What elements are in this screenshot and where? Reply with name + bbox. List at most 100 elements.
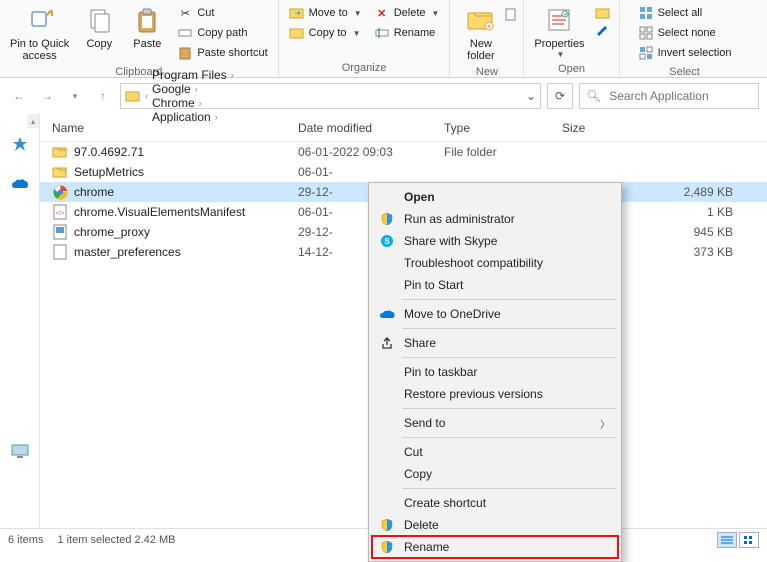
folder-icon	[52, 164, 68, 180]
chevron-down-icon: ▼	[557, 50, 565, 59]
scissors-icon: ✂	[177, 5, 193, 21]
menu-label: Cut	[398, 445, 610, 459]
file-row[interactable]: SetupMetrics 06-01-	[40, 162, 767, 182]
folder-copy-icon	[289, 25, 305, 41]
column-name[interactable]: Name	[40, 121, 298, 135]
search-icon: 🔍︎	[586, 89, 601, 103]
menu-item-rename[interactable]: Rename	[372, 536, 618, 558]
invert-selection-button[interactable]: Invert selection	[636, 44, 734, 62]
address-bar[interactable]: ‹ Program Files›Google›Chrome›Applicatio…	[120, 83, 541, 109]
ribbon: Pin to Quick access Copy Paste ✂Cut Copy…	[0, 0, 767, 78]
select-none-button[interactable]: Select none	[636, 24, 734, 42]
cut-button[interactable]: ✂Cut	[175, 4, 269, 22]
column-date[interactable]: Date modified	[298, 121, 444, 135]
new-item-icon[interactable]	[505, 2, 517, 22]
menu-item-share-with-skype[interactable]: SShare with Skype	[372, 230, 618, 252]
folder-icon	[125, 89, 141, 103]
search-box[interactable]: 🔍︎	[579, 83, 759, 109]
menu-item-pin-to-taskbar[interactable]: Pin to taskbar	[372, 361, 618, 383]
file-icon	[52, 244, 68, 260]
pin-label: Pin to Quick access	[10, 38, 69, 62]
svg-text:S: S	[384, 237, 390, 246]
edit-icon[interactable]	[595, 22, 611, 36]
select-all-button[interactable]: Select all	[636, 4, 734, 22]
navigation-pane[interactable]: ▴	[0, 114, 40, 528]
ribbon-group-clipboard: Pin to Quick access Copy Paste ✂Cut Copy…	[0, 0, 279, 77]
copy-to-button[interactable]: Copy to▼	[287, 24, 364, 42]
copy-path-button[interactable]: Copy path	[175, 24, 269, 42]
menu-separator	[402, 408, 616, 409]
recent-dropdown[interactable]: ▾	[64, 85, 86, 107]
menu-item-cut[interactable]: Cut	[372, 441, 618, 463]
skype-icon: S	[376, 234, 398, 248]
up-button[interactable]: ↑	[92, 85, 114, 107]
back-button[interactable]: ←	[8, 85, 30, 107]
selection-status: 1 item selected 2.42 MB	[57, 534, 175, 546]
breadcrumb-segment[interactable]: Google›	[152, 82, 236, 96]
xml-icon: </>	[52, 204, 68, 220]
file-name: 97.0.4692.71	[74, 145, 144, 159]
folder-move-icon	[289, 5, 305, 21]
paste-shortcut-button[interactable]: Paste shortcut	[175, 44, 269, 62]
menu-separator	[402, 299, 616, 300]
search-input[interactable]	[607, 88, 766, 104]
icons-view-button[interactable]	[739, 532, 759, 548]
menu-item-open[interactable]: Open	[372, 186, 618, 208]
file-name: SetupMetrics	[74, 165, 144, 179]
invert-icon	[638, 45, 654, 61]
move-to-button[interactable]: Move to▼	[287, 4, 364, 22]
menu-item-pin-to-start[interactable]: Pin to Start	[372, 274, 618, 296]
menu-label: Create shortcut	[398, 496, 610, 510]
folder-icon	[52, 144, 68, 160]
menu-label: Troubleshoot compatibility	[398, 256, 610, 270]
onedrive-nav-icon[interactable]	[11, 178, 29, 196]
breadcrumb-segment[interactable]: Program Files›	[152, 68, 236, 82]
quick-access-icon[interactable]	[11, 136, 29, 154]
rename-button[interactable]: Rename	[372, 24, 442, 42]
menu-item-move-to-onedrive[interactable]: Move to OneDrive	[372, 303, 618, 325]
menu-label: Delete	[398, 518, 610, 532]
shield-icon	[376, 540, 398, 554]
context-menu[interactable]: Open Run as administrator SShare with Skyp…	[368, 182, 622, 562]
file-name: chrome	[74, 185, 114, 199]
copy-button[interactable]: Copy	[75, 2, 123, 52]
file-row[interactable]: 97.0.4692.7106-01-2022 09:03File folder	[40, 142, 767, 162]
pin-to-quick-access-button[interactable]: Pin to Quick access	[4, 2, 75, 64]
menu-item-send-to[interactable]: Send to〉	[372, 412, 618, 434]
menu-label: Pin to taskbar	[398, 365, 610, 379]
pin-icon	[24, 4, 56, 36]
new-folder-button[interactable]: ✦ New folder	[457, 2, 505, 64]
menu-item-run-as-administrator[interactable]: Run as administrator	[372, 208, 618, 230]
menu-item-restore-previous-versions[interactable]: Restore previous versions	[372, 383, 618, 405]
menu-label: Share	[398, 336, 610, 350]
chevron-down-icon: ▼	[354, 9, 362, 18]
scroll-up-button[interactable]: ▴	[27, 114, 39, 128]
column-size[interactable]: Size	[562, 121, 767, 135]
item-count: 6 items	[8, 534, 43, 546]
paste-button[interactable]: Paste	[123, 2, 171, 52]
menu-item-copy[interactable]: Copy	[372, 463, 618, 485]
column-type[interactable]: Type	[444, 121, 562, 135]
menu-separator	[402, 437, 616, 438]
menu-item-delete[interactable]: Delete	[372, 514, 618, 536]
forward-button[interactable]: →	[36, 85, 58, 107]
properties-icon	[543, 4, 575, 36]
details-view-button[interactable]	[717, 532, 737, 548]
breadcrumb-segment[interactable]: Chrome›	[152, 96, 236, 110]
menu-label: Run as administrator	[398, 212, 610, 226]
menu-item-share[interactable]: Share	[372, 332, 618, 354]
properties-button[interactable]: Properties ▼	[528, 2, 590, 61]
menu-separator	[402, 328, 616, 329]
file-date: 06-01-	[298, 165, 444, 179]
chrome-icon	[52, 184, 68, 200]
refresh-button[interactable]: ⟳	[547, 83, 573, 109]
open-icon[interactable]	[595, 6, 611, 20]
delete-button[interactable]: ✕Delete▼	[372, 4, 442, 22]
ribbon-group-open: Properties ▼ Open	[524, 0, 619, 77]
column-headers[interactable]: Name Date modified Type Size	[40, 114, 767, 142]
this-pc-icon[interactable]	[11, 444, 29, 462]
chevron-down-icon[interactable]: ⌄	[526, 89, 536, 103]
menu-label: Move to OneDrive	[398, 307, 610, 321]
menu-item-create-shortcut[interactable]: Create shortcut	[372, 492, 618, 514]
menu-item-troubleshoot-compatibility[interactable]: Troubleshoot compatibility	[372, 252, 618, 274]
